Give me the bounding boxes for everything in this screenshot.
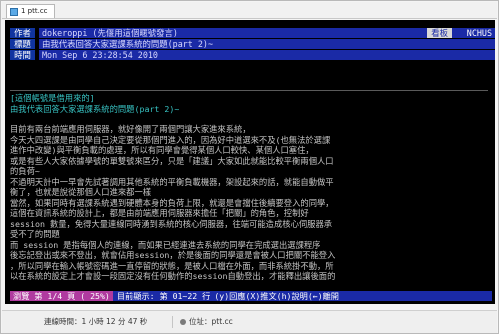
header-title-row: 標題 由我代表回答大家選課系統的問題(part 2)~ [10, 39, 495, 49]
body-line: 衡了，也就是說從那個人口進來都一樣 [10, 187, 152, 197]
body-line: 今天大四選課是由同學自己決定要從那個門進入的，因為好中道選來不及(也無法於選課 [10, 134, 331, 145]
bottom-bar: 連線時間：1 小時 12 分 47 秒 位址：ptt.cc [2, 310, 497, 333]
title-value: 由我代表回答大家選課系統的問題(part 2)~ [39, 39, 495, 49]
note-line: 由我代表回答大家選課系統的問題(part 2)~ [10, 103, 180, 114]
body-line: 當然，如果同時有選課系統遇到硬體本身的負荷上限，就還是會擋住後續要登入的同學， [10, 197, 334, 208]
tab-label: 1 ptt.cc [21, 7, 48, 15]
body-line: 不過明天計中一早會先試著調用其他系統的平衡負載機器，架設起來的話，就能自動做平 [10, 176, 334, 187]
body-line: 以在系統的設定上才會設一段固定沒有任何動作的session自動登出，才能釋出讓後… [10, 271, 336, 281]
header-separator [10, 90, 488, 91]
note-line: [這個帳號是借用來的] [10, 93, 95, 103]
key-hint: (y)回應(X)推文(h)說明(←)離開 [214, 291, 339, 301]
terminal-icon [10, 7, 18, 16]
tab-bar: 1 ptt.cc [2, 2, 497, 19]
status-bar: 瀏覽 第 1/4 頁 ( 25%) 目前顯示: 第 01~22 行 (y)回應(X)… [10, 291, 492, 301]
tab-ptt[interactable]: 1 ptt.cc [6, 4, 55, 18]
body-line: 目前有兩台前端應用伺服器，就好像開了兩個門讓大家進來系統， [10, 124, 251, 134]
note-block: [這個帳號是借用來的] 由我代表回答大家選課系統的問題(part 2)~ [10, 93, 490, 114]
connection-icon [180, 319, 186, 325]
body-line: 後忘記登出或來不登出，就會佔用session，於是後面的同學還是會被人口把關不能… [10, 250, 336, 260]
bottom-divider [172, 316, 173, 328]
header-time-row: 時間 Mon Sep 6 23:28:54 2010 [10, 50, 495, 60]
title-label: 標題 [10, 39, 35, 49]
body-line: 這個在資訊系統的設計上，都是由前端應用伺服器來擔任「把關」的角色，控制好 [10, 208, 309, 218]
terminal-screen[interactable]: 作者 dokeroppi (先偃用這個暱號發言) 看板 NCHUS 標題 由我代表回答大… [5, 20, 495, 304]
author-label: 作者 [10, 28, 35, 38]
page-position: 瀏覽 第 1/4 頁 ( 25%) [10, 291, 113, 301]
host-text: 位址：ptt.cc [189, 317, 233, 326]
time-value: Mon Sep 6 23:28:54 2010 [39, 50, 495, 60]
body-line: ，所以同學在輸入帳號密碼進一直停留的狀態，是被人口檔在外面，而非系統掛不動，所 [10, 260, 334, 271]
connection-text: 連線時間：1 小時 12 分 47 秒 [44, 317, 148, 326]
board-value: NCHUS [466, 28, 492, 38]
body-line: 或是有些人大家依據學號的單雙號來區分，只是「建議」大家如此就能比較平衡兩個人口 [10, 155, 334, 166]
header-author-row: 作者 dokeroppi (先偃用這個暱號發言) 看板 NCHUS [10, 28, 495, 38]
body-line: 受不了的問題 [10, 229, 60, 239]
body-line: 的負荷~ [10, 166, 40, 176]
body-line: 進作中改變)與平衡負載的處理，所以有同學會覺得某個人口較快、某個人口塞住， [10, 145, 314, 155]
body-line: session 數量，免得大量連線同時湧到系統的核心伺服器，往端可能造成核心伺服… [10, 218, 333, 229]
post-body: 目前有兩台前端應用伺服器，就好像開了兩個門讓大家進來系統， 今天大四選課是由同學… [10, 124, 490, 282]
host-info: 位址：ptt.cc [180, 311, 233, 333]
connection-time: 連線時間：1 小時 12 分 47 秒 [44, 311, 147, 333]
line-range: 目前顯示: 第 01~22 行 [116, 291, 211, 301]
browser-window: 1 ptt.cc 作者 dokeroppi (先偃用這個暱號發言) 看板 NCHUS … [0, 0, 499, 334]
author-value-box: dokeroppi (先偃用這個暱號發言) 看板 NCHUS [39, 28, 495, 38]
board-label: 看板 [427, 28, 452, 38]
body-line: 而 session 是指每個人的連線，而如果已經連進去系統的同學在完成選出選課程… [10, 239, 321, 250]
author-value: dokeroppi (先偃用這個暱號發言) [42, 28, 178, 38]
time-label: 時間 [10, 50, 35, 60]
